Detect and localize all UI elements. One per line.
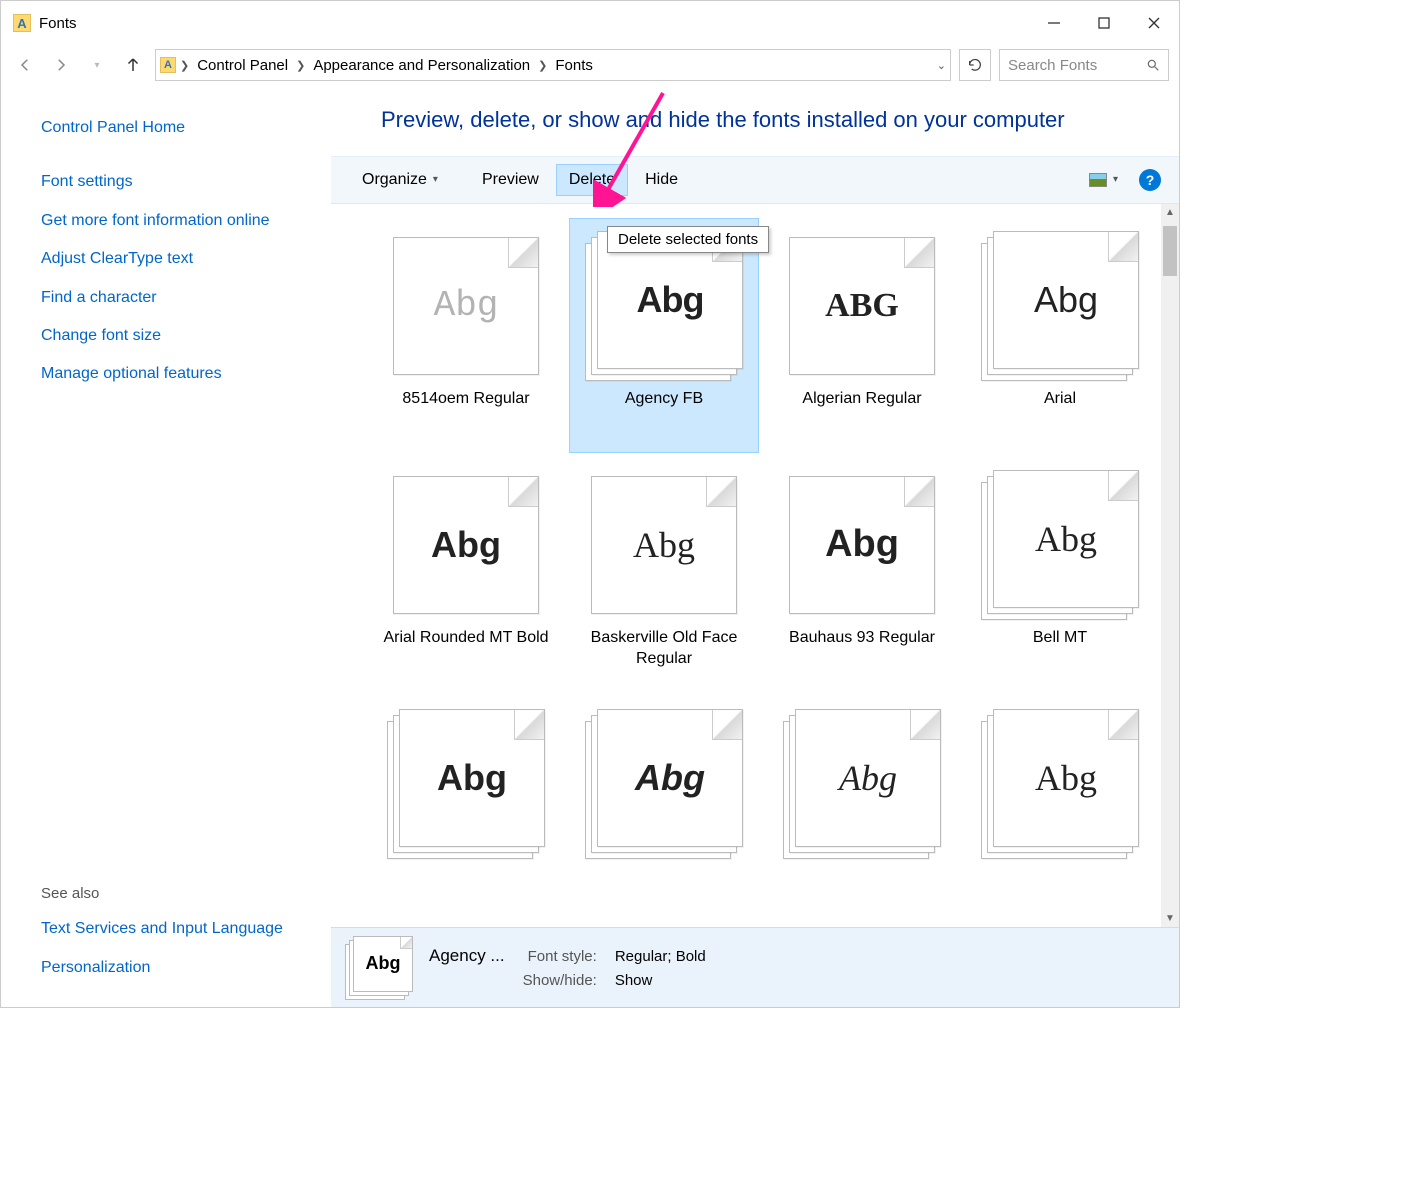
details-pane: Abg Agency ... Font style: Regular; Bold… [331, 927, 1179, 1007]
delete-button[interactable]: Delete [556, 164, 628, 196]
seealso-personalization[interactable]: Personalization [41, 949, 321, 987]
navbar: ▾ A ❯ Control Panel ❯ Appearance and Per… [1, 45, 1179, 85]
titlebar: A Fonts [1, 1, 1179, 45]
font-label: Arial Rounded MT Bold [383, 628, 548, 649]
font-thumb: Abg [585, 231, 743, 381]
font-label: Arial [1044, 389, 1076, 410]
organize-button[interactable]: Organize▾ [349, 164, 451, 196]
up-button[interactable] [119, 51, 147, 79]
font-thumb: Abg [585, 470, 743, 620]
forward-button[interactable] [47, 51, 75, 79]
close-button[interactable] [1129, 1, 1179, 45]
breadcrumb-control-panel[interactable]: Control Panel [193, 55, 292, 76]
details-fontstyle-label: Font style: [523, 948, 597, 965]
scroll-down-button[interactable]: ▼ [1161, 909, 1179, 927]
font-label: Baskerville Old Face Regular [579, 628, 749, 670]
chevron-down-icon[interactable]: ⌄ [937, 59, 946, 72]
details-font-name: Agency ... [429, 946, 505, 966]
font-item[interactable]: Abg Arial [965, 218, 1155, 453]
back-button[interactable] [11, 51, 39, 79]
breadcrumb-fonts[interactable]: Fonts [551, 55, 597, 76]
details-showhide-value: Show [615, 972, 706, 989]
search-icon [1146, 58, 1160, 72]
help-button[interactable]: ? [1139, 169, 1161, 191]
search-placeholder: Search Fonts [1008, 57, 1097, 74]
font-item[interactable]: Abg [371, 696, 561, 927]
window-title: Fonts [39, 15, 77, 32]
sidebar-link-find-char[interactable]: Find a character [41, 279, 321, 317]
font-thumb: Abg [387, 709, 545, 859]
address-bar[interactable]: A ❯ Control Panel ❯ Appearance and Perso… [155, 49, 951, 81]
details-fontstyle-value: Regular; Bold [615, 948, 706, 965]
preview-button[interactable]: Preview [469, 164, 552, 196]
font-label: 8514oem Regular [402, 389, 529, 410]
font-item[interactable]: Abg Bauhaus 93 Regular [767, 457, 957, 692]
details-showhide-label: Show/hide: [523, 972, 597, 989]
font-label: Bauhaus 93 Regular [789, 628, 935, 649]
font-thumb: ABG [783, 231, 941, 381]
font-thumb: Abg [783, 709, 941, 859]
font-item[interactable]: Abg Arial Rounded MT Bold [371, 457, 561, 692]
view-options-button[interactable]: ▾ [1076, 166, 1131, 194]
vertical-scrollbar[interactable]: ▲ ▼ [1161, 204, 1179, 927]
font-grid-wrap: Abg 8514oem Regular Abg Agency FB ABG Algeria… [331, 204, 1179, 927]
font-thumb: Abg [981, 470, 1139, 620]
font-item[interactable]: Abg Bell MT [965, 457, 1155, 692]
toolbar: Organize▾ Preview Delete Hide ▾ ? [331, 156, 1179, 204]
font-item[interactable]: Abg [965, 696, 1155, 927]
seealso-text-services[interactable]: Text Services and Input Language [41, 910, 321, 948]
hide-button[interactable]: Hide [632, 164, 691, 196]
seealso-header: See also [41, 877, 321, 910]
fonts-folder-icon: A [13, 14, 31, 32]
font-item[interactable]: Abg [569, 696, 759, 927]
content: Preview, delete, or show and hide the fo… [331, 85, 1179, 1007]
scroll-thumb[interactable] [1163, 226, 1177, 276]
sidebar-link-font-size[interactable]: Change font size [41, 317, 321, 355]
font-thumb: Abg [981, 709, 1139, 859]
font-thumb: Abg [585, 709, 743, 859]
font-label: Agency FB [625, 389, 703, 410]
font-item[interactable]: ABG Algerian Regular [767, 218, 957, 453]
font-thumb: Abg [387, 470, 545, 620]
maximize-button[interactable] [1079, 1, 1129, 45]
fonts-window: A Fonts ▾ A ❯ Control Panel ❯ Appearance… [0, 0, 1180, 1008]
recent-dropdown[interactable]: ▾ [83, 51, 111, 79]
search-input[interactable]: Search Fonts [999, 49, 1169, 81]
font-thumb: Abg [981, 231, 1139, 381]
chevron-right-icon: ❯ [538, 59, 547, 72]
sidebar: Control Panel Home Font settings Get mor… [1, 85, 331, 1007]
sidebar-home[interactable]: Control Panel Home [41, 109, 321, 147]
picture-icon [1089, 173, 1107, 187]
details-thumb: Abg [345, 936, 415, 1000]
sidebar-link-more-info[interactable]: Get more font information online [41, 202, 321, 240]
refresh-button[interactable] [959, 49, 991, 81]
minimize-button[interactable] [1029, 1, 1079, 45]
delete-tooltip: Delete selected fonts [607, 226, 769, 253]
chevron-right-icon: ❯ [180, 59, 189, 72]
sidebar-link-cleartype[interactable]: Adjust ClearType text [41, 240, 321, 278]
breadcrumb-appearance[interactable]: Appearance and Personalization [309, 55, 534, 76]
fonts-folder-icon: A [160, 57, 176, 73]
page-heading: Preview, delete, or show and hide the fo… [331, 85, 1179, 156]
font-label: Algerian Regular [802, 389, 921, 410]
font-item[interactable]: Abg 8514oem Regular [371, 218, 561, 453]
font-thumb: Abg [387, 231, 545, 381]
font-item[interactable]: Abg [767, 696, 957, 927]
font-item[interactable]: Abg Agency FB [569, 218, 759, 453]
sidebar-link-font-settings[interactable]: Font settings [41, 163, 321, 201]
font-grid[interactable]: Abg 8514oem Regular Abg Agency FB ABG Algeria… [331, 204, 1161, 927]
chevron-right-icon: ❯ [296, 59, 305, 72]
sidebar-link-optional-features[interactable]: Manage optional features [41, 355, 321, 393]
font-thumb: Abg [783, 470, 941, 620]
scroll-up-button[interactable]: ▲ [1161, 204, 1179, 222]
font-item[interactable]: Abg Baskerville Old Face Regular [569, 457, 759, 692]
font-label: Bell MT [1033, 628, 1087, 649]
main-area: Control Panel Home Font settings Get mor… [1, 85, 1179, 1007]
